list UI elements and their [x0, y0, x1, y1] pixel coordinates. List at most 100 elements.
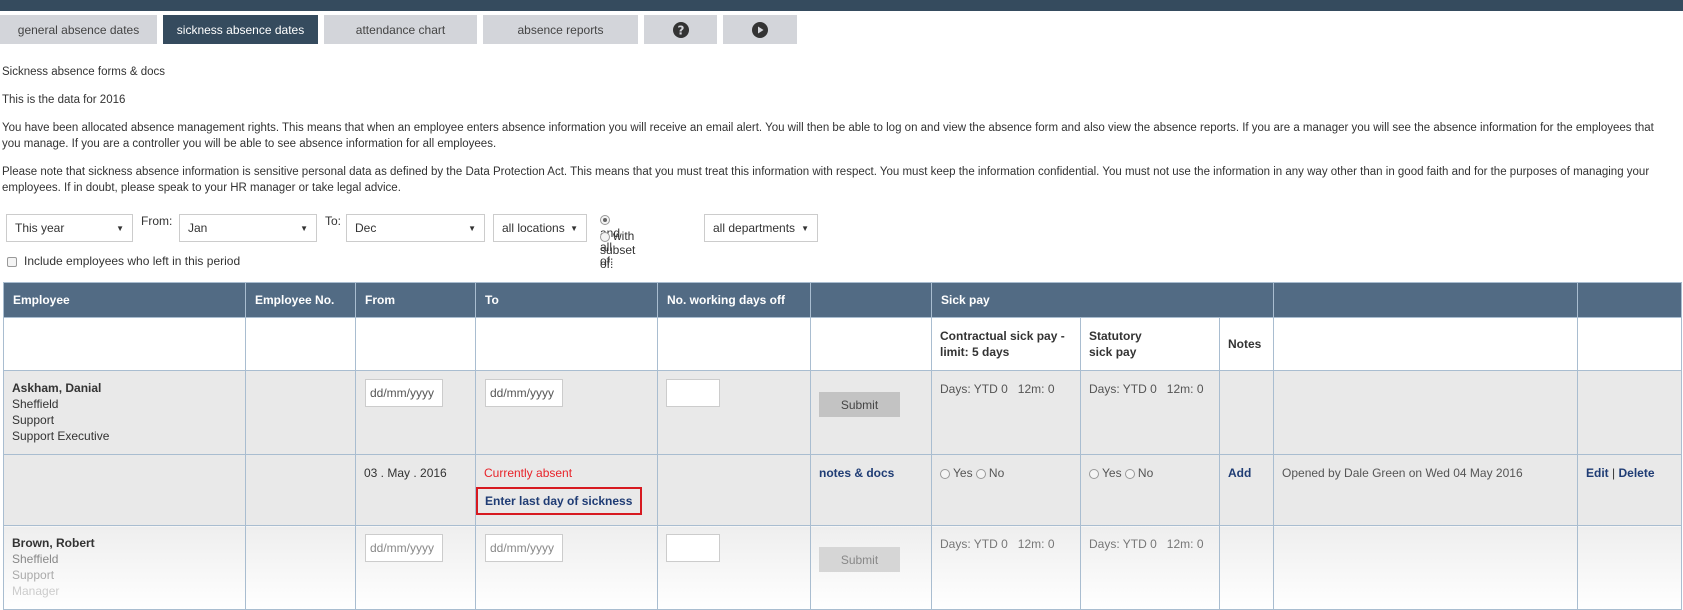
enter-last-day-link[interactable]: Enter last day of sickness	[485, 494, 632, 508]
location-select[interactable]: all locations ▼	[493, 214, 587, 242]
days-off-cell	[657, 370, 811, 455]
days-off-input[interactable]	[666, 379, 720, 407]
to-month-select[interactable]: Dec ▼	[346, 214, 485, 242]
col-sick-pay: Sick pay	[930, 282, 1275, 318]
col-from[interactable]: From	[355, 282, 476, 318]
placeholder: dd/mm/yyyy	[490, 386, 555, 400]
days-off-input[interactable]	[666, 534, 720, 562]
contractual-no-radio[interactable]	[975, 468, 986, 479]
placeholder: dd/mm/yyyy	[370, 541, 435, 555]
statutory-no-radio[interactable]	[1124, 468, 1135, 479]
radio-all[interactable]	[600, 214, 610, 225]
data-protection-paragraph: Please note that sickness absence inform…	[2, 166, 1650, 194]
dropdown-arrow-icon: ▼	[116, 224, 124, 233]
from-value: Jan	[188, 221, 208, 235]
absence-status: Currently absent	[484, 466, 573, 480]
dropdown-arrow-icon: ▼	[570, 224, 578, 233]
add-note-link[interactable]: Add	[1228, 466, 1251, 480]
empty-cell	[1218, 370, 1275, 455]
dropdown-arrow-icon: ▼	[300, 224, 308, 233]
col-to[interactable]: To	[475, 282, 658, 318]
tab-general-absence-dates[interactable]: general absence dates	[0, 15, 157, 44]
employee-role: Support Executive	[12, 429, 110, 443]
col-employee-no[interactable]: Employee No.	[245, 282, 356, 318]
header-row: Employee Employee No. From To No. workin…	[3, 282, 1683, 318]
department-select[interactable]: all departments ▼	[704, 214, 818, 242]
statutory-choice-cell: Yes No	[1080, 454, 1220, 526]
contractual-sick-pay-header: Contractual sick pay - limit: 5 days	[931, 317, 1081, 371]
no-label: No	[988, 466, 1005, 480]
statutory-sick-pay-header: Statutory sick pay	[1080, 317, 1220, 371]
statutory-cell: Days: YTD 0 12m: 0	[1080, 525, 1220, 610]
placeholder: dd/mm/yyyy	[370, 386, 435, 400]
to-value: Dec	[355, 221, 377, 235]
absence-from-cell: 03 . May . 2016	[355, 454, 476, 526]
year-note: This is the data for 2016	[2, 94, 126, 106]
from-month-select[interactable]: Jan ▼	[179, 214, 317, 242]
period-select[interactable]: This year ▼	[6, 214, 133, 242]
from-date-input[interactable]: dd/mm/yyyy	[365, 379, 443, 407]
help-button[interactable]: ?	[644, 15, 717, 44]
statutory-yes-radio[interactable]	[1089, 468, 1099, 479]
radio-subset-option[interactable]: with subset of:	[600, 229, 635, 271]
to-date-input[interactable]: dd/mm/yyyy	[485, 379, 563, 407]
employee-name[interactable]: Brown, Robert	[12, 535, 237, 551]
tab-bar: general absence dates sickness absence d…	[0, 15, 803, 44]
col-working-days-off[interactable]: No. working days off	[657, 282, 811, 318]
from-date-input[interactable]: dd/mm/yyyy	[365, 534, 443, 562]
contractual-yes-radio[interactable]	[940, 468, 950, 479]
statutory-cell: Days: YTD 0 12m: 0	[1080, 370, 1220, 455]
empty-cell	[475, 317, 658, 371]
tab-attendance-chart[interactable]: attendance chart	[324, 15, 477, 44]
employee-no-cell	[245, 370, 356, 455]
contractual-label: Contractual sick pay - limit: 5 days	[940, 329, 1065, 359]
empty-cell	[245, 317, 356, 371]
table-row: Askham, Danial Sheffield Support Support…	[3, 370, 1683, 455]
submit-cell: Submit	[810, 370, 932, 455]
table-row: Brown, Robert Sheffield Support Manager …	[3, 525, 1683, 610]
absence-to-cell: Currently absent Enter last day of sickn…	[475, 454, 658, 526]
help-icon: ?	[672, 21, 689, 38]
notes-docs-cell: notes & docs	[810, 454, 932, 526]
from-label: From:	[141, 214, 173, 228]
absence-from-date: 03 . May . 2016	[364, 466, 447, 480]
empty-cell	[245, 454, 356, 526]
no-label: No	[1137, 466, 1154, 480]
submit-button[interactable]: Submit	[819, 547, 900, 572]
radio-subset[interactable]	[600, 231, 610, 242]
highlight-box: Enter last day of sickness	[476, 487, 643, 515]
tab-absence-reports[interactable]: absence reports	[483, 15, 638, 44]
tab-label: absence reports	[517, 22, 604, 37]
absence-record-row: 03 . May . 2016 Currently absent Enter l…	[3, 454, 1683, 526]
empty-cell	[1577, 525, 1683, 610]
edit-link[interactable]: Edit	[1586, 466, 1609, 480]
subheader-row: Contractual sick pay - limit: 5 days Sta…	[3, 317, 1683, 371]
tab-sickness-absence-dates[interactable]: sickness absence dates	[163, 15, 318, 44]
contractual-cell: Days: YTD 0 12m: 0	[931, 370, 1081, 455]
empty-cell	[1577, 370, 1683, 455]
statutory-days: Days: YTD 0 12m: 0	[1089, 537, 1204, 551]
play-icon	[752, 21, 768, 38]
col-details	[1273, 282, 1579, 318]
contractual-cell: Days: YTD 0 12m: 0	[931, 525, 1081, 610]
delete-link[interactable]: Delete	[1619, 466, 1655, 480]
col-employee[interactable]: Employee	[3, 282, 246, 318]
notes-docs-link[interactable]: notes & docs	[819, 466, 894, 480]
submit-button[interactable]: Submit	[819, 392, 900, 417]
to-cell: dd/mm/yyyy	[475, 370, 658, 455]
include-left-checkbox[interactable]	[7, 256, 17, 267]
period-value: This year	[15, 221, 65, 235]
to-cell: dd/mm/yyyy	[475, 525, 658, 610]
top-bar	[0, 0, 1683, 11]
empty-cell	[657, 317, 811, 371]
employee-name[interactable]: Askham, Danial	[12, 380, 237, 396]
empty-cell	[1218, 525, 1275, 610]
to-date-input[interactable]: dd/mm/yyyy	[485, 534, 563, 562]
include-left-label: Include employees who left in this perio…	[24, 254, 241, 268]
include-left-option[interactable]: Include employees who left in this perio…	[7, 254, 240, 268]
play-button[interactable]	[723, 15, 797, 44]
empty-cell	[810, 317, 932, 371]
tab-label: general absence dates	[17, 22, 140, 37]
to-label: To:	[325, 214, 342, 228]
empty-cell	[1577, 317, 1683, 371]
